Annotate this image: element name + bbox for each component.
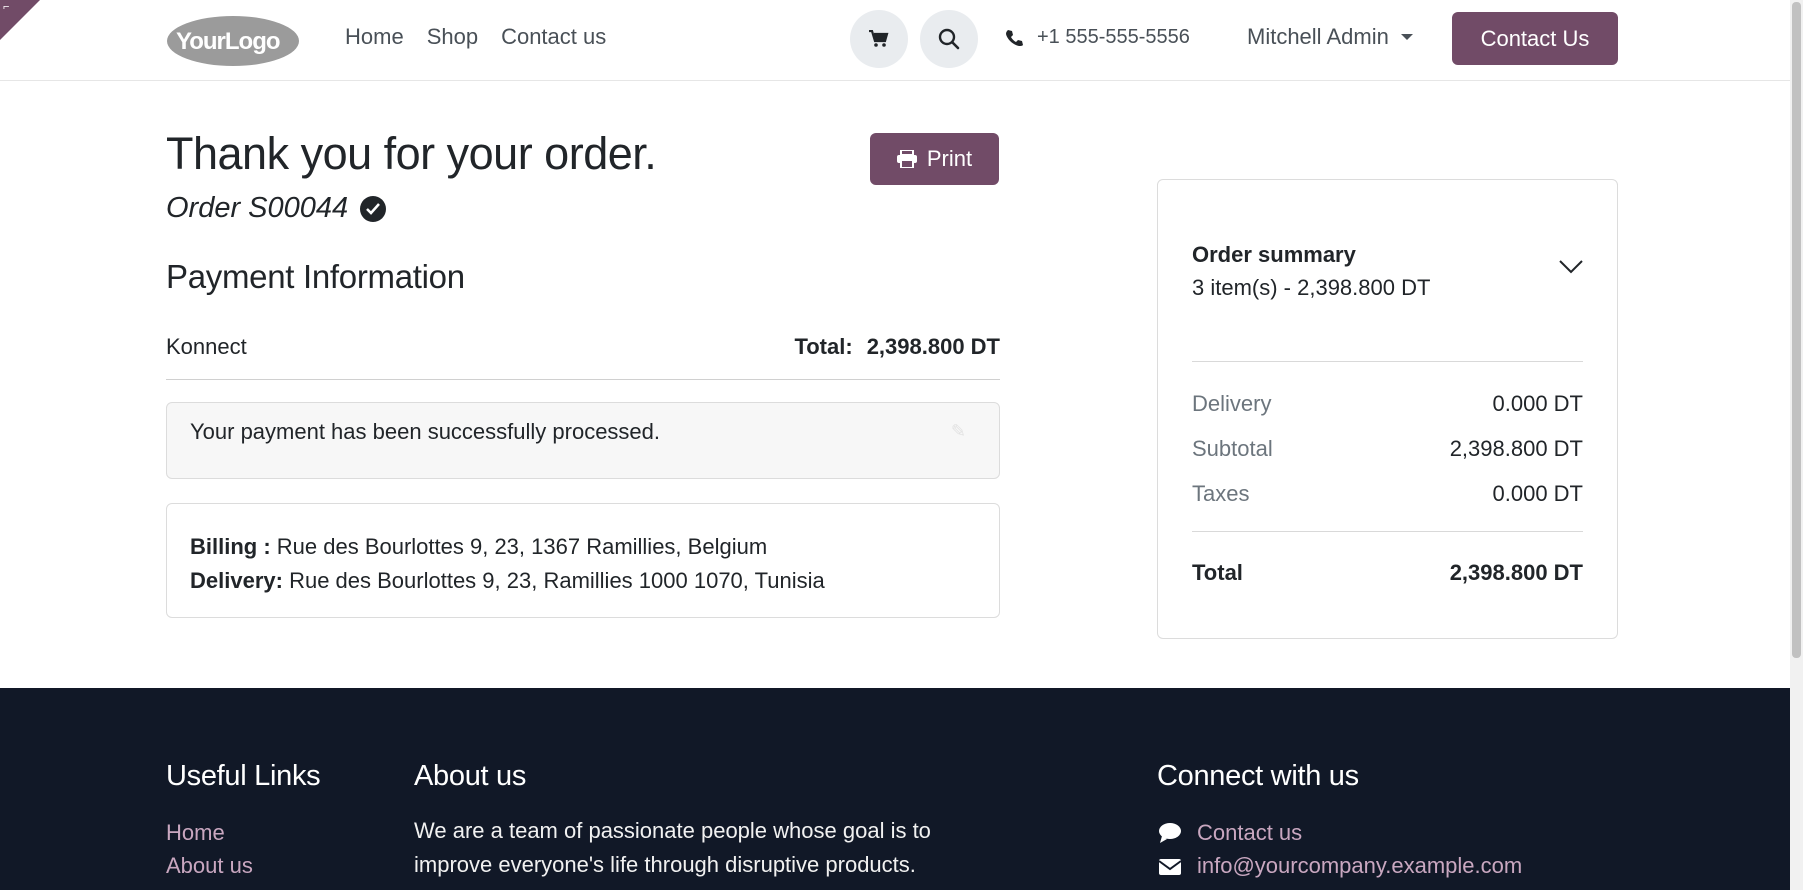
summary-value: 0.000 DT <box>1492 481 1584 506</box>
scrollbar-thumb[interactable] <box>1792 2 1801 658</box>
payment-status-text: Your payment has been successfully proce… <box>190 419 661 444</box>
delivery-line: Delivery: Rue des Bourlottes 9, 23, Rami… <box>190 564 976 598</box>
delivery-address: Rue des Bourlottes 9, 23, Ramillies 1000… <box>282 568 825 593</box>
print-icon <box>896 150 917 168</box>
nav-home[interactable]: Home <box>345 24 404 50</box>
envelope-icon <box>1158 859 1182 875</box>
pencil-icon[interactable]: ✎ <box>951 421 966 442</box>
contact-us-button[interactable]: Contact Us <box>1452 12 1618 65</box>
payment-heading: Payment Information <box>166 258 465 295</box>
order-reference: Order S00044 <box>166 192 387 225</box>
order-number: Order S00044 <box>166 192 349 224</box>
nav-contact-us[interactable]: Contact us <box>501 24 606 50</box>
billing-label: Billing : <box>190 534 271 559</box>
comment-icon <box>1159 823 1181 843</box>
main-nav: Home Shop Contact us <box>345 24 629 50</box>
summary-label: Delivery <box>1192 391 1272 416</box>
summary-label: Taxes <box>1192 481 1250 506</box>
nav-shop[interactable]: Shop <box>427 24 478 50</box>
payment-row: Konnect Total: 2,398.800 DT <box>166 330 1000 380</box>
payment-status-alert: Your payment has been successfully proce… <box>166 402 1000 479</box>
address-card: Billing : Rue des Bourlottes 9, 23, 1367… <box>166 503 1000 618</box>
summary-total-label: Total <box>1192 560 1243 585</box>
divider <box>1192 531 1583 532</box>
payment-total: Total: 2,398.800 DT <box>794 334 1000 360</box>
payment-method: Konnect <box>166 334 247 359</box>
logo-text: YourLogo <box>176 28 280 55</box>
phone-icon <box>1006 29 1023 46</box>
summary-subtitle: 3 item(s) - 2,398.800 DT <box>1192 275 1431 300</box>
summary-row-delivery: Delivery 0.000 DT <box>1192 391 1583 417</box>
summary-value: 0.000 DT <box>1492 391 1584 416</box>
summary-label: Subtotal <box>1192 436 1273 461</box>
payment-total-label: Total: <box>794 334 853 359</box>
site-logo[interactable]: YourLogo <box>166 15 300 67</box>
footer-link-home[interactable]: Home <box>166 820 225 846</box>
footer-link-email[interactable]: info@yourcompany.example.com <box>1197 853 1522 879</box>
about-heading: About us <box>414 760 527 792</box>
connect-heading: Connect with us <box>1157 760 1359 792</box>
cart-button[interactable] <box>850 10 908 68</box>
check-circle-icon <box>360 195 387 222</box>
cart-icon <box>869 30 889 47</box>
divider <box>1192 361 1583 362</box>
summary-value: 2,398.800 DT <box>1449 436 1583 461</box>
summary-row-total: Total 2,398.800 DT <box>1192 560 1583 586</box>
page-scrollbar[interactable] <box>1790 0 1803 890</box>
site-header: ⌐ YourLogo Home Shop Contact us +1 555-5… <box>0 0 1790 81</box>
billing-line: Billing : Rue des Bourlottes 9, 23, 1367… <box>190 530 976 564</box>
user-name: Mitchell Admin <box>1247 24 1389 49</box>
site-footer: Useful Links Home About us About us We a… <box>0 688 1790 890</box>
delivery-label: Delivery: <box>190 568 283 593</box>
about-text: We are a team of passionate people whose… <box>414 818 931 877</box>
corner-arrow-icon: ⌐ <box>3 1 10 13</box>
print-button[interactable]: Print <box>870 133 999 185</box>
phone-number: +1 555-555-5556 <box>1037 26 1190 48</box>
summary-row-taxes: Taxes 0.000 DT <box>1192 481 1583 507</box>
print-label: Print <box>926 146 973 171</box>
search-icon <box>938 28 960 50</box>
user-menu[interactable]: Mitchell Admin <box>1247 24 1413 50</box>
useful-links-heading: Useful Links <box>166 760 321 792</box>
caret-down-icon <box>1400 34 1413 40</box>
phone-link[interactable]: +1 555-555-5556 <box>1005 26 1190 49</box>
order-summary-card: Order summary 3 item(s) - 2,398.800 DT D… <box>1157 179 1618 639</box>
chevron-down-icon[interactable] <box>1559 260 1583 274</box>
page-title: Thank you for your order. <box>166 128 657 179</box>
search-button[interactable] <box>920 10 978 68</box>
footer-link-about-us[interactable]: About us <box>166 853 253 879</box>
summary-title: Order summary <box>1192 242 1356 267</box>
summary-row-subtotal: Subtotal 2,398.800 DT <box>1192 436 1583 462</box>
summary-total-value: 2,398.800 DT <box>1449 560 1583 585</box>
footer-link-contact-us[interactable]: Contact us <box>1197 820 1302 846</box>
payment-total-value: 2,398.800 DT <box>866 334 1000 359</box>
billing-address: Rue des Bourlottes 9, 23, 1367 Ramillies… <box>270 534 768 559</box>
